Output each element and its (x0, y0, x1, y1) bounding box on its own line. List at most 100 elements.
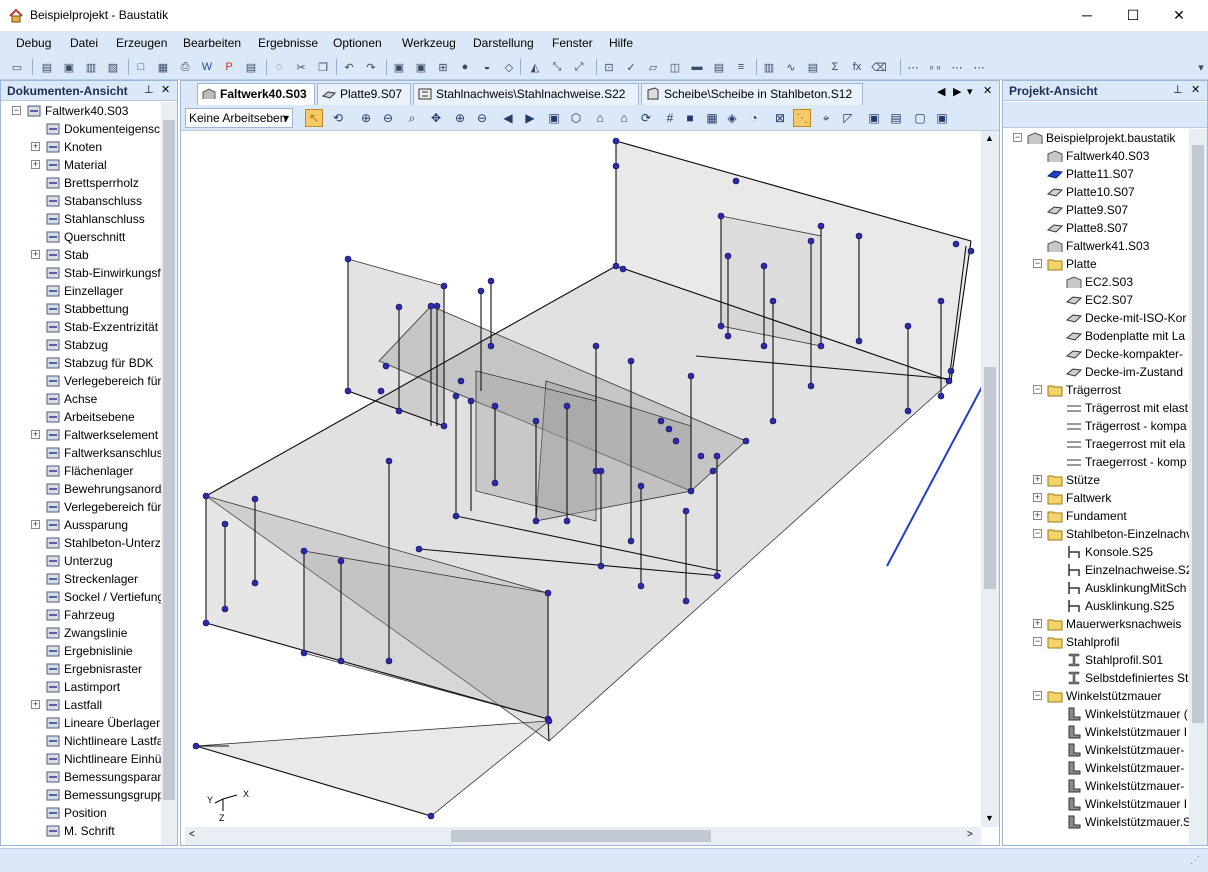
node-point[interactable] (563, 517, 571, 525)
panel-close-icon[interactable]: ✕ (1191, 83, 1200, 96)
tab-scroll-right-icon[interactable]: ▶ (953, 85, 961, 98)
node-point[interactable] (487, 277, 495, 285)
node-point[interactable] (382, 362, 390, 370)
fx-icon[interactable]: fx (848, 58, 866, 76)
back-icon[interactable]: ◀ (499, 109, 517, 127)
node-point[interactable] (817, 342, 825, 350)
print-icon[interactable]: ⎙ (176, 58, 194, 76)
node-point[interactable] (202, 492, 210, 500)
pin-icon[interactable]: ⊥ (1173, 83, 1183, 96)
print-setup-icon[interactable]: ▧ (104, 58, 122, 76)
expand-icon[interactable]: + (1033, 475, 1042, 484)
node-point[interactable] (452, 392, 460, 400)
node-point[interactable] (457, 377, 465, 385)
node-point[interactable] (467, 397, 475, 405)
tab-platte9[interactable]: Platte9.S07 (317, 83, 411, 105)
select-tool-icon[interactable]: ◇ (500, 58, 518, 76)
node-point[interactable] (491, 402, 499, 410)
model-viewport[interactable]: Y X Z (185, 131, 981, 826)
expand-icon[interactable]: + (31, 250, 40, 259)
save-icon[interactable]: ▣ (60, 58, 78, 76)
node-point[interactable] (221, 520, 229, 528)
node-point[interactable] (769, 297, 777, 305)
pointer-icon[interactable]: ⤡ (548, 58, 566, 76)
expand-icon[interactable]: + (1033, 619, 1042, 628)
graph-tool-icon[interactable]: ⋯ (948, 58, 966, 76)
panel-close-icon[interactable]: ✕ (161, 83, 170, 96)
node-point[interactable] (440, 422, 448, 430)
node-point[interactable] (544, 589, 552, 597)
collapse-icon[interactable]: − (1033, 529, 1042, 538)
node-point[interactable] (952, 240, 960, 248)
node-point[interactable] (760, 262, 768, 270)
node-point[interactable] (337, 657, 345, 665)
zoom-in-icon[interactable]: ⊕ (357, 109, 375, 127)
node-point[interactable] (637, 482, 645, 490)
refresh-icon[interactable]: ⟳ (637, 109, 655, 127)
highlight-icon[interactable]: ▦ (703, 109, 721, 127)
network-icon[interactable]: ⋯ (970, 58, 988, 76)
tab-faltwerk40[interactable]: Faltwerk40.S03 (197, 83, 315, 106)
node-point[interactable] (612, 137, 620, 145)
export-icon[interactable]: ▤ (242, 58, 260, 76)
node-point[interactable] (817, 222, 825, 230)
node-point[interactable] (855, 337, 863, 345)
node-point[interactable] (202, 619, 210, 627)
node-point[interactable] (487, 342, 495, 350)
node-point[interactable] (697, 452, 705, 460)
node-point[interactable] (904, 322, 912, 330)
copy-icon[interactable]: ❐ (314, 58, 332, 76)
expand-icon[interactable]: + (31, 160, 40, 169)
perspective-icon[interactable]: ◸ (839, 109, 857, 127)
node-point[interactable] (395, 407, 403, 415)
node-point[interactable] (627, 537, 635, 545)
scroll-left-icon[interactable]: < (189, 829, 195, 840)
node-point[interactable] (717, 212, 725, 220)
node-point[interactable] (682, 507, 690, 515)
node-point[interactable] (377, 387, 385, 395)
maximize-button[interactable]: ☐ (1110, 0, 1156, 30)
node-point[interactable] (637, 582, 645, 590)
zoom-extent-icon[interactable]: ⊕ (451, 109, 469, 127)
node-point[interactable] (427, 302, 435, 310)
close-button[interactable]: ✕ (1156, 0, 1202, 30)
cursor-node-icon[interactable]: ⌖ (817, 109, 835, 127)
measure-icon[interactable]: ◭ (526, 58, 544, 76)
node-point[interactable] (947, 367, 955, 375)
node-point[interactable] (385, 657, 393, 665)
zoom-window-icon[interactable]: ⊡ (600, 58, 618, 76)
expand-icon[interactable]: + (31, 700, 40, 709)
pan-icon[interactable]: ✥ (427, 109, 445, 127)
node-point[interactable] (937, 297, 945, 305)
minimize-button[interactable]: ─ (1064, 0, 1110, 30)
house-icon[interactable]: ⌂ (591, 109, 609, 127)
node-point[interactable] (477, 287, 485, 295)
node-tool-icon[interactable]: ◒ (478, 58, 496, 76)
node-point[interactable] (627, 357, 635, 365)
node-point[interactable] (395, 303, 403, 311)
node-point[interactable] (192, 742, 200, 750)
sigma-icon[interactable]: Σ (826, 58, 844, 76)
node-point[interactable] (760, 342, 768, 350)
viewport-horizontal-scrollbar[interactable]: < > (185, 827, 981, 845)
pdf-icon[interactable]: P (220, 58, 238, 76)
scroll-right-icon[interactable]: > (967, 829, 973, 840)
select-arrow-icon[interactable]: ↖ (305, 109, 323, 127)
node-point[interactable] (427, 812, 435, 820)
page-icon[interactable]: □ (132, 58, 150, 76)
undo-icon[interactable]: ↶ (340, 58, 358, 76)
column-icon[interactable]: ▥ (760, 58, 778, 76)
scroll-down-icon[interactable]: ▼ (985, 813, 994, 823)
collapse-icon[interactable]: − (1033, 385, 1042, 394)
node-point[interactable] (657, 417, 665, 425)
light-icon[interactable]: ◈ (723, 109, 741, 127)
house-red-icon[interactable]: ⌂ (615, 109, 633, 127)
expand-icon[interactable]: + (31, 520, 40, 529)
node-point[interactable] (300, 547, 308, 555)
slab-tool-icon[interactable]: ▬ (688, 58, 706, 76)
save-all-icon[interactable]: ▥ (82, 58, 100, 76)
node-point[interactable] (855, 232, 863, 240)
lasso-icon[interactable]: ◌ (270, 58, 288, 76)
node-point[interactable] (807, 382, 815, 390)
scrollbar-thumb[interactable] (451, 830, 711, 842)
